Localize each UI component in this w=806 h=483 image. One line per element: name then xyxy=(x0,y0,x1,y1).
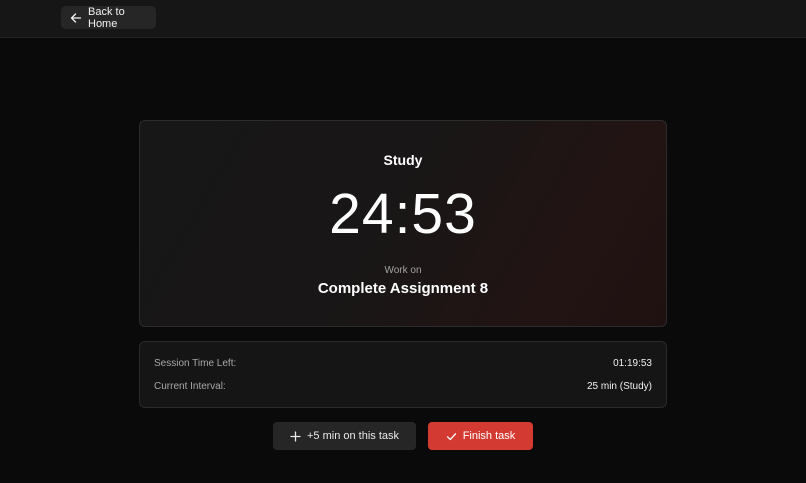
timer-mode-label: Study xyxy=(383,152,423,168)
session-time-left-value: 01:19:53 xyxy=(613,358,652,369)
back-to-home-button[interactable]: Back to Home xyxy=(61,5,156,30)
timer-card: Study 24:53 Work on Complete Assignment … xyxy=(139,120,667,327)
add-five-minutes-button[interactable]: +5 min on this task xyxy=(273,422,416,450)
check-icon xyxy=(446,431,457,442)
finish-task-label: Finish task xyxy=(462,430,516,442)
work-on-label: Work on xyxy=(384,265,422,276)
session-time-left-row: Session Time Left: 01:19:53 xyxy=(154,358,652,369)
plus-icon xyxy=(290,430,301,442)
top-bar: Back to Home xyxy=(0,0,806,38)
current-interval-value: 25 min (Study) xyxy=(586,381,652,392)
session-time-left-label: Session Time Left: xyxy=(154,358,237,369)
countdown-display: 24:53 xyxy=(329,182,477,246)
current-interval-label: Current Interval: xyxy=(154,381,226,392)
current-interval-row: Current Interval: 25 min (Study) xyxy=(154,381,652,392)
session-info-card: Session Time Left: 01:19:53 Current Inte… xyxy=(139,341,667,408)
back-to-home-label: Back to Home xyxy=(88,5,125,30)
current-task-name: Complete Assignment 8 xyxy=(317,280,489,297)
add-five-minutes-label: +5 min on this task xyxy=(306,430,400,442)
arrow-left-icon xyxy=(70,12,82,24)
finish-task-button[interactable]: Finish task xyxy=(428,422,533,450)
